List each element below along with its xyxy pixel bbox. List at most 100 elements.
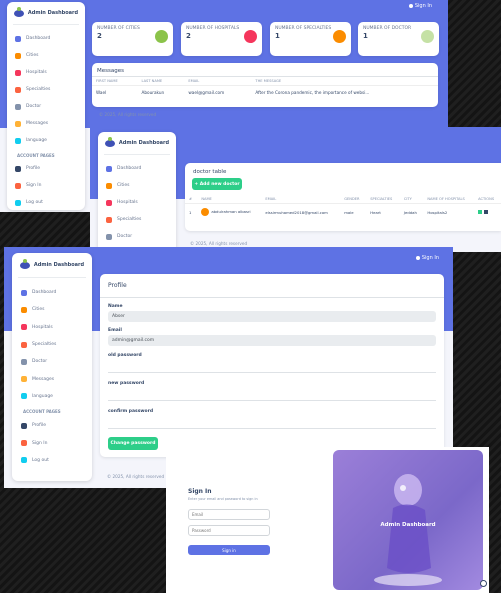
profile-card: Profile Name Abser Email admin@gmail.com… bbox=[100, 274, 444, 457]
column-header: ACTIONS bbox=[474, 195, 501, 204]
city-icon bbox=[15, 52, 21, 59]
column-header: THE MESSAGE bbox=[251, 77, 438, 86]
profile-sidebar: Admin Dashboard Dashboard Cities Hospitals… bbox=[12, 253, 92, 481]
brand[interactable]: Admin Dashboard bbox=[98, 132, 176, 154]
doctors-nav: Dashboard Cities Hospitals Specialties Docto… bbox=[98, 155, 176, 245]
nav-item-label: Profile bbox=[26, 166, 40, 171]
add-doctor-button[interactable]: + Add new doctor bbox=[192, 178, 242, 190]
nav-item-dashboard[interactable]: Dashboard bbox=[106, 160, 176, 177]
footer-text: © 2025, All rights reserved bbox=[107, 474, 165, 479]
change-password-button[interactable]: Change password bbox=[108, 437, 158, 450]
brand[interactable]: Admin Dashboard bbox=[7, 2, 85, 24]
messages-card: Messages FIRST NAME LAST NAME EMAIL THE MES… bbox=[92, 63, 438, 107]
doctor-table-title: doctor table bbox=[193, 169, 227, 175]
nav-item-label: Messages bbox=[26, 121, 49, 126]
doctors-screenshot: Admin Dashboard Dashboard Cities Hospitals… bbox=[90, 127, 501, 252]
dashboard-signin-link[interactable]: Sign In bbox=[408, 3, 432, 9]
nav-item-log-out[interactable]: Log out bbox=[21, 452, 92, 469]
signin-screenshot: Sign In Enter your email and password to… bbox=[166, 447, 489, 593]
footer-text: © 2025, All rights reserved bbox=[99, 112, 157, 117]
stat-card-hospital: NUMBER OF HOSPITALS 2 bbox=[181, 22, 262, 56]
delete-icon[interactable] bbox=[484, 209, 489, 214]
nav-item-label: Log out bbox=[26, 200, 43, 205]
old-password-label: old password bbox=[108, 353, 142, 358]
nav-item-dashboard[interactable]: Dashboard bbox=[21, 284, 92, 301]
nav-item-cities[interactable]: Cities bbox=[15, 47, 85, 64]
nav-item-hospitals[interactable]: Hospitals bbox=[15, 64, 85, 81]
nav-cities-icon bbox=[106, 182, 112, 189]
messages-header-row: FIRST NAME LAST NAME EMAIL THE MESSAGE bbox=[92, 77, 438, 86]
nav-item-profile[interactable]: Profile bbox=[21, 417, 92, 434]
logo-icon bbox=[13, 6, 24, 17]
old-password-field[interactable] bbox=[108, 372, 436, 373]
nav-item-doctor[interactable]: Doctor bbox=[21, 353, 92, 370]
new-password-field[interactable] bbox=[108, 400, 436, 401]
logo-icon bbox=[19, 258, 30, 269]
nav-item-specialties[interactable]: Specialties bbox=[15, 81, 85, 98]
table-cell: Hospitals2 bbox=[427, 209, 448, 215]
brand-title: Admin Dashboard bbox=[27, 10, 79, 16]
nav-item-hospitals[interactable]: Hospitals bbox=[106, 194, 176, 211]
signin-button[interactable]: Sign in bbox=[188, 545, 270, 555]
nav-item-sign-in[interactable]: Sign In bbox=[21, 434, 92, 451]
signin-icon bbox=[15, 182, 21, 189]
messages-title: Messages bbox=[97, 68, 124, 74]
password-input[interactable] bbox=[188, 525, 270, 536]
doctors-sidebar: Admin Dashboard Dashboard Cities Hospitals… bbox=[98, 132, 176, 252]
nav-item-specialties[interactable]: Specialties bbox=[106, 211, 176, 228]
nav-item-doctor[interactable]: Doctor bbox=[15, 98, 85, 115]
account-pages-label: ACCOUNT PAGES bbox=[23, 409, 61, 415]
messages-table: FIRST NAME LAST NAME EMAIL THE MESSAGE Wael… bbox=[92, 77, 438, 99]
name-field[interactable]: Abser bbox=[108, 311, 436, 322]
nav-item-label: Doctor bbox=[26, 104, 42, 109]
nav-item-label: Cities bbox=[117, 183, 130, 188]
nav-item-doctor[interactable]: Doctor bbox=[106, 228, 176, 245]
divider bbox=[100, 297, 444, 298]
nav-item-messages[interactable]: Messages bbox=[21, 370, 92, 387]
email-field[interactable]: admin@gmail.com bbox=[108, 335, 436, 346]
table-cell: male bbox=[344, 209, 354, 215]
brand[interactable]: Admin Dashboard bbox=[12, 253, 92, 277]
profile-signin-link[interactable]: Sign In bbox=[415, 255, 439, 261]
nav-item-cities[interactable]: Cities bbox=[21, 301, 92, 318]
nav-doctor-icon bbox=[106, 233, 112, 240]
confirm-password-field[interactable] bbox=[108, 428, 436, 429]
nav-item-profile[interactable]: Profile bbox=[15, 160, 85, 177]
nav-item-cities[interactable]: Cities bbox=[106, 177, 176, 194]
brand-title: Admin Dashboard bbox=[118, 140, 170, 146]
nav-item-label: Messages bbox=[32, 376, 55, 382]
nav-item-label: Specialties bbox=[26, 87, 51, 92]
nav-messages-icon bbox=[21, 376, 27, 383]
nav-item-log-out[interactable]: Log out bbox=[15, 194, 85, 211]
nav-item-label: Cities bbox=[32, 307, 45, 313]
help-bubble-icon[interactable] bbox=[480, 580, 487, 587]
edit-icon[interactable] bbox=[478, 209, 483, 214]
stat-card-specialties: NUMBER OF SPECIALTIES 1 bbox=[270, 22, 351, 56]
nav-item-sign-in[interactable]: Sign In bbox=[15, 177, 85, 194]
avatar bbox=[201, 208, 210, 216]
email-input[interactable] bbox=[188, 509, 270, 520]
nav-item-specialties[interactable]: Specialties bbox=[21, 336, 92, 353]
signin-illustration-panel: Admin Dashboard bbox=[333, 450, 483, 590]
nav-item-label: Sign In bbox=[26, 183, 42, 188]
nav-sign-in-icon bbox=[21, 440, 27, 447]
nav-item-label: Dashboard bbox=[32, 290, 57, 296]
nav-log-out-icon bbox=[21, 457, 27, 464]
doctor-icon bbox=[421, 30, 434, 43]
nav-hospitals-icon bbox=[21, 324, 27, 331]
table-row[interactable]: 1 abdulrahman albasri elssirmuhamed2018@gm… bbox=[185, 204, 501, 221]
confirm-password-label: confirm password bbox=[108, 409, 154, 414]
nav-item-language[interactable]: language bbox=[21, 388, 92, 405]
table-row[interactable]: Wael Abourakun wael@gmail.com After the Cor… bbox=[92, 86, 438, 100]
nav-item-hospitals[interactable]: Hospitals bbox=[21, 319, 92, 336]
stat-card-city: NUMBER OF CITIES 2 bbox=[92, 22, 173, 56]
nav-item-label: Profile bbox=[32, 423, 46, 429]
column-header: FIRST NAME bbox=[92, 77, 138, 86]
signin-form: Sign In Enter your email and password to… bbox=[188, 488, 270, 555]
nav-item-label: Log out bbox=[32, 457, 49, 463]
nav-item-language[interactable]: language bbox=[15, 132, 85, 149]
nav-item-messages[interactable]: Messages bbox=[15, 115, 85, 132]
profile-account-nav: Profile Sign In Log out bbox=[12, 417, 92, 469]
nav-item-label: language bbox=[26, 138, 47, 143]
nav-item-dashboard[interactable]: Dashboard bbox=[15, 30, 85, 47]
